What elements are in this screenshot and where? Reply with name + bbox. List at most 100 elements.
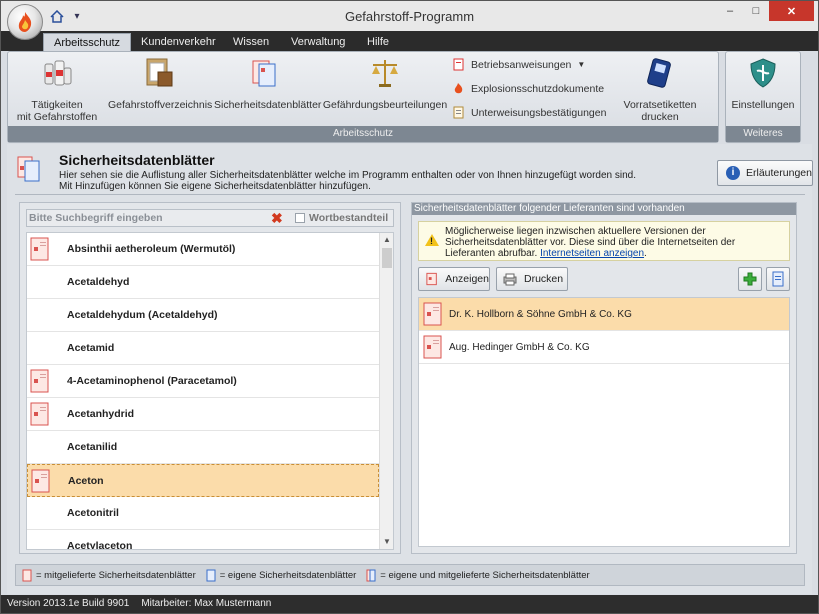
tab-wissen[interactable]: Wissen bbox=[223, 33, 279, 51]
legend-item-both: = eigene und mitgelieferte Sicherheitsda… bbox=[366, 569, 590, 582]
legend-label: = mitgelieferte Sicherheitsdatenblätter bbox=[36, 569, 196, 581]
list-item-label: Absinthii aetheroleum (Wermutöl) bbox=[67, 243, 236, 255]
list-item[interactable]: Acetaldehyd bbox=[27, 266, 379, 299]
ribbon-group-weiteres: Einstellungen Weiteres bbox=[725, 51, 801, 143]
title-bar: ▾ Gefahrstoff-Programm – □ ✕ bbox=[1, 1, 818, 40]
supplier-name: Dr. K. Hollborn & Söhne GmbH & Co. KG bbox=[449, 309, 632, 320]
ribbon-button-gefaehrdungsbeurteilungen[interactable]: Gefährdungsbeurteilungen bbox=[322, 56, 448, 111]
ribbon-group-label: Weiteres bbox=[726, 126, 800, 142]
scroll-down-icon[interactable]: ▼ bbox=[380, 535, 393, 549]
status-bar: Version 2013.1e Build 9901 Mitarbeiter: … bbox=[1, 595, 818, 613]
legend-item-own: = eigene Sicherheitsdatenblätter bbox=[206, 569, 356, 582]
list-item[interactable]: Absinthii aetheroleum (Wermutöl) bbox=[27, 233, 379, 266]
clear-search-icon[interactable]: ✖ bbox=[271, 211, 283, 225]
list-item-label: Aceton bbox=[68, 475, 104, 487]
ribbon-button-label: Gefahrstoffverzeichnis bbox=[108, 99, 213, 111]
supplier-panel-header: Sicherheitsdatenblätter folgender Liefer… bbox=[412, 203, 796, 215]
bottles-icon bbox=[44, 60, 72, 86]
list-item-label: Acetonitril bbox=[67, 507, 119, 519]
page-title: Sicherheitsdatenblätter bbox=[59, 152, 215, 168]
ribbon-button-explosionsschutz[interactable]: Explosionsschutzdokumente bbox=[452, 82, 604, 95]
ribbon-button-label: Gefährdungsbeurteilungen bbox=[322, 99, 448, 111]
flame-icon bbox=[454, 83, 463, 94]
document-red-icon bbox=[22, 569, 32, 581]
chevron-down-icon: ▼ bbox=[577, 60, 586, 69]
document-blue-icon bbox=[772, 271, 784, 287]
ribbon-tabs: Arbeitsschutz Kundenverkehr Wissen Verwa… bbox=[1, 31, 818, 51]
print-button[interactable]: Drucken bbox=[496, 267, 568, 291]
list-item-label: Acetaldehydum (Acetaldehyd) bbox=[67, 309, 218, 321]
ribbon-button-unterweisung[interactable]: Unterweisungsbestätigungen bbox=[452, 106, 606, 119]
word-part-checkbox[interactable]: Wortbestandteil bbox=[295, 212, 388, 224]
supplier-panel: Sicherheitsdatenblätter folgender Liefer… bbox=[411, 202, 797, 554]
list-item[interactable]: 4-Acetaminophenol (Paracetamol) bbox=[27, 365, 379, 398]
ribbon-button-vorratsetiketten[interactable]: Vorratsetiketten drucken bbox=[604, 56, 716, 123]
app-window: ▾ Gefahrstoff-Programm – □ ✕ Arbeitsschu… bbox=[0, 0, 819, 614]
maximize-button[interactable]: □ bbox=[743, 1, 769, 21]
tab-hilfe[interactable]: Hilfe bbox=[357, 33, 399, 51]
ribbon-small-label: Betriebsanweisungen bbox=[471, 58, 572, 71]
show-button-label: Anzeigen bbox=[445, 273, 489, 285]
ribbon-button-gefahrstoffverzeichnis[interactable]: Gefahrstoffverzeichnis bbox=[108, 56, 213, 111]
list-item[interactable]: Acetanhydrid bbox=[27, 398, 379, 431]
datasheet-icon bbox=[31, 469, 50, 493]
datasheet-icon bbox=[30, 369, 49, 393]
supplier-row[interactable]: Dr. K. Hollborn & Söhne GmbH & Co. KG bbox=[419, 298, 789, 331]
word-part-label: Wortbestandteil bbox=[309, 212, 389, 224]
employee-text: Mitarbeiter: Max Mustermann bbox=[141, 598, 272, 609]
list-item[interactable]: Acetonitril bbox=[27, 497, 379, 530]
list-item-label: Acetanilid bbox=[67, 441, 118, 453]
checkbox-icon bbox=[295, 213, 305, 223]
supplier-list: Dr. K. Hollborn & Söhne GmbH & Co. KG Aug… bbox=[418, 297, 790, 547]
app-menu-button[interactable] bbox=[7, 4, 43, 40]
list-item[interactable]: Acetaldehydum (Acetaldehyd) bbox=[27, 299, 379, 332]
substance-panel: ✖ Wortbestandteil Acetylaceton Acetonitri… bbox=[19, 202, 401, 554]
tab-arbeitsschutz[interactable]: Arbeitsschutz bbox=[43, 33, 132, 51]
ribbon-small-label: Explosionsschutzdokumente bbox=[471, 82, 605, 95]
legend: = mitgelieferte Sicherheitsdatenblätter … bbox=[15, 564, 805, 586]
shield-settings-icon bbox=[750, 58, 776, 88]
tab-verwaltung[interactable]: Verwaltung bbox=[281, 33, 355, 51]
ribbon-group-arbeitsschutz: Tätigkeiten mit Gefahrstoffen Gefahrstof… bbox=[7, 51, 719, 143]
list-item-label: Acetylaceton bbox=[67, 540, 133, 550]
list-item[interactable]: Acetylaceton bbox=[27, 530, 379, 550]
list-scrollbar[interactable]: ▲ ▼ bbox=[379, 233, 393, 549]
print-button-label: Drucken bbox=[524, 273, 564, 285]
clipboard-box-icon bbox=[146, 58, 173, 87]
ribbon-button-taetigkeiten[interactable]: Tätigkeiten mit Gefahrstoffen bbox=[12, 56, 102, 123]
edit-datasheet-button[interactable] bbox=[766, 267, 790, 291]
list-item[interactable]: Aceton bbox=[27, 464, 379, 497]
minimize-button[interactable]: – bbox=[717, 1, 743, 21]
ribbon-button-label: Tätigkeiten mit Gefahrstoffen bbox=[16, 99, 98, 123]
supplier-row[interactable]: Aug. Hedinger GmbH & Co. KG bbox=[419, 331, 789, 364]
instructions-icon bbox=[453, 58, 464, 71]
ribbon-group-label: Arbeitsschutz bbox=[8, 126, 718, 142]
legend-label: = eigene und mitgelieferte Sicherheitsda… bbox=[380, 569, 590, 581]
ribbon-small-label: Unterweisungsbestätigungen bbox=[471, 106, 607, 119]
scroll-up-icon[interactable]: ▲ bbox=[380, 233, 393, 247]
legend-item-supplied: = mitgelieferte Sicherheitsdatenblätter bbox=[22, 569, 196, 582]
explanations-button[interactable]: i Erläuterungen bbox=[717, 160, 813, 186]
ribbon-button-betriebsanweisungen[interactable]: Betriebsanweisungen ▼ bbox=[452, 58, 585, 71]
list-item[interactable]: Acetamid bbox=[27, 332, 379, 365]
show-button[interactable]: Anzeigen bbox=[418, 267, 490, 291]
search-bar: ✖ Wortbestandteil bbox=[26, 209, 394, 227]
ribbon-button-sicherheitsdatenblaetter[interactable]: Sicherheitsdatenblätter bbox=[214, 56, 321, 111]
flame-logo-icon bbox=[18, 12, 32, 32]
list-item[interactable]: Acetanilid bbox=[27, 431, 379, 464]
datasheets-icon bbox=[17, 156, 40, 182]
datasheet-icon bbox=[30, 402, 49, 426]
close-button[interactable]: ✕ bbox=[769, 1, 814, 21]
datasheets-icon bbox=[252, 60, 276, 87]
add-datasheet-button[interactable] bbox=[738, 267, 762, 291]
search-input[interactable] bbox=[29, 211, 265, 225]
list-item-label: Acetaldehyd bbox=[67, 276, 130, 288]
substance-list: Acetylaceton Acetonitril Aceton Acetanilid A… bbox=[26, 232, 394, 550]
datasheet-icon bbox=[423, 335, 442, 359]
supplier-name: Aug. Hedinger GmbH & Co. KG bbox=[449, 342, 590, 353]
show-websites-link[interactable]: Internetseiten anzeigen bbox=[540, 248, 644, 259]
description-line: Mit Hinzufügen können Sie eigene Sicherh… bbox=[59, 181, 371, 192]
ribbon-button-einstellungen[interactable]: Einstellungen bbox=[730, 56, 796, 111]
scroll-thumb[interactable] bbox=[382, 248, 392, 268]
tab-kundenverkehr[interactable]: Kundenverkehr bbox=[131, 33, 226, 51]
